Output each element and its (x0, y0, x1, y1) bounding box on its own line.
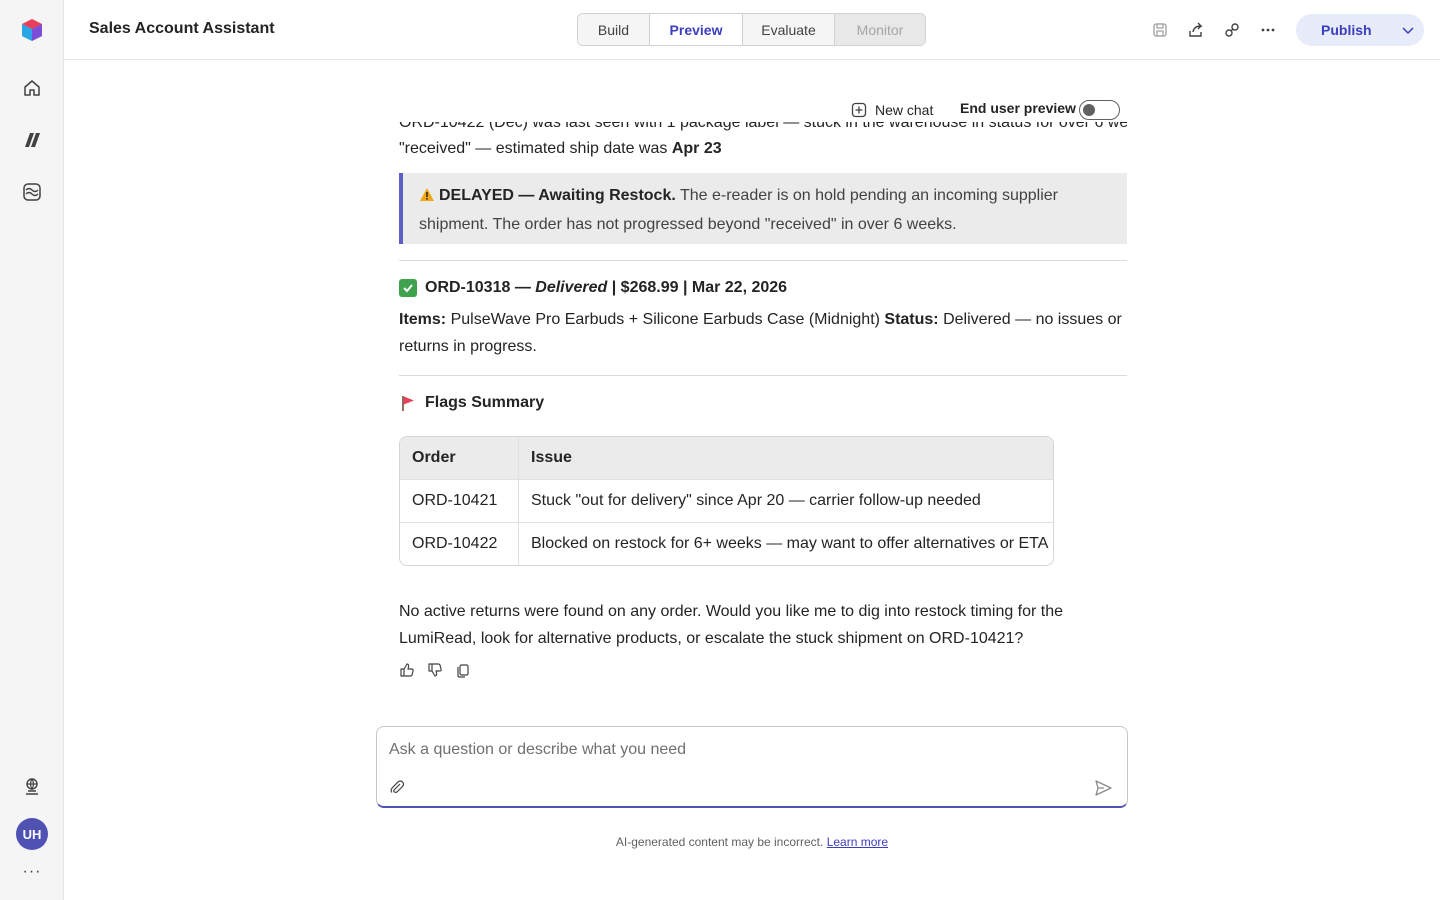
divider (399, 260, 1127, 261)
items-text: PulseWave Pro Earbuds + Silicone Earbuds… (446, 311, 885, 328)
check-icon (399, 278, 417, 297)
end-user-preview-label: End user preview (960, 100, 1076, 116)
chat-input[interactable] (389, 741, 1089, 759)
warning-icon (419, 184, 435, 211)
table-cell: ORD-10421 (400, 480, 519, 522)
chevron-down-icon[interactable] (1400, 22, 1416, 38)
publish-button[interactable]: Publish (1296, 14, 1424, 46)
order-id: ORD-10318 (425, 279, 511, 296)
send-icon[interactable] (1093, 778, 1113, 798)
tab-build[interactable]: Build (578, 14, 650, 45)
flags-summary-heading: Flags Summary (399, 389, 544, 416)
table-row: ORD-10422 Blocked on restock for 6+ week… (400, 523, 1053, 565)
agents-icon[interactable] (16, 124, 48, 156)
new-chat-button[interactable]: New chat (851, 100, 933, 120)
items-label: Items: (399, 311, 447, 328)
table-cell: Stuck "out for delivery" since Apr 20 — … (531, 492, 981, 509)
new-chat-icon (851, 102, 867, 118)
divider (399, 375, 1127, 376)
share-icon[interactable] (1184, 18, 1208, 42)
thumbs-down-icon[interactable] (427, 662, 443, 678)
link-icon[interactable] (1220, 18, 1244, 42)
order-sep: — (510, 279, 536, 296)
table-cell: Blocked on restock for 6+ weeks — may wa… (531, 535, 1049, 552)
ship-date-text: "received" — estimated ship date was (399, 140, 672, 157)
toggle-knob (1083, 104, 1095, 116)
learn-more-link[interactable]: Learn more (827, 835, 888, 849)
status-label: Status: (884, 311, 939, 328)
table-header-cell: Order (400, 437, 519, 479)
ai-disclaimer: AI-generated content may be incorrect. L… (0, 835, 1440, 849)
closing-text: No active returns were found on any orde… (399, 603, 1064, 647)
library-icon[interactable] (16, 176, 48, 208)
publish-label: Publish (1321, 22, 1372, 38)
flag-icon (402, 395, 414, 411)
ship-date: Apr 23 (671, 140, 722, 157)
tab-monitor: Monitor (835, 14, 925, 45)
table-header-cell: Issue (531, 449, 572, 466)
table-header-row: Order Issue (400, 437, 1053, 480)
tab-preview[interactable]: Preview (650, 14, 743, 45)
home-icon[interactable] (16, 72, 48, 104)
top-header: Sales Account Assistant Build Preview Ev… (64, 0, 1440, 60)
new-chat-label: New chat (875, 102, 934, 118)
left-rail: UH ··· (0, 0, 64, 900)
copilot-logo-icon[interactable] (16, 14, 48, 46)
thumbs-up-icon[interactable] (399, 662, 415, 678)
end-user-preview-toggle[interactable] (1079, 100, 1120, 120)
chat-composer (376, 726, 1128, 808)
message-line: "received" — estimated ship date was Apr… (399, 135, 1127, 162)
order-meta: | $268.99 | Mar 22, 2026 (607, 279, 788, 296)
flags-table: Order Issue ORD-10421 Stuck "out for del… (399, 436, 1054, 566)
app-title: Sales Account Assistant (89, 20, 275, 37)
order-status: Delivered (535, 279, 608, 296)
order-heading: ORD-10318 — Delivered | $268.99 | Mar 22… (399, 274, 787, 301)
flags-summary-title: Flags Summary (425, 394, 545, 411)
mode-tabs: Build Preview Evaluate Monitor (577, 13, 926, 46)
order-details: Items: PulseWave Pro Earbuds + Silicone … (399, 306, 1127, 360)
attach-icon[interactable] (389, 779, 405, 795)
tab-evaluate[interactable]: Evaluate (743, 14, 835, 45)
more-icon[interactable]: ··· (16, 860, 48, 884)
delay-callout: DELAYED — Awaiting Restock. The e-reader… (399, 173, 1127, 244)
cut-line: ORD-10422 (Dec) was last seen with 1 pac… (399, 122, 1127, 131)
save-icon[interactable] (1148, 18, 1172, 42)
callout-title: DELAYED — Awaiting Restock. (439, 187, 676, 204)
copy-icon[interactable] (455, 662, 471, 678)
more-options-icon[interactable] (1256, 18, 1280, 42)
settings-network-icon[interactable] (16, 771, 48, 803)
table-row: ORD-10421 Stuck "out for delivery" since… (400, 480, 1053, 523)
table-cell: ORD-10422 (400, 523, 519, 565)
disclaimer-text: AI-generated content may be incorrect. (615, 835, 824, 849)
